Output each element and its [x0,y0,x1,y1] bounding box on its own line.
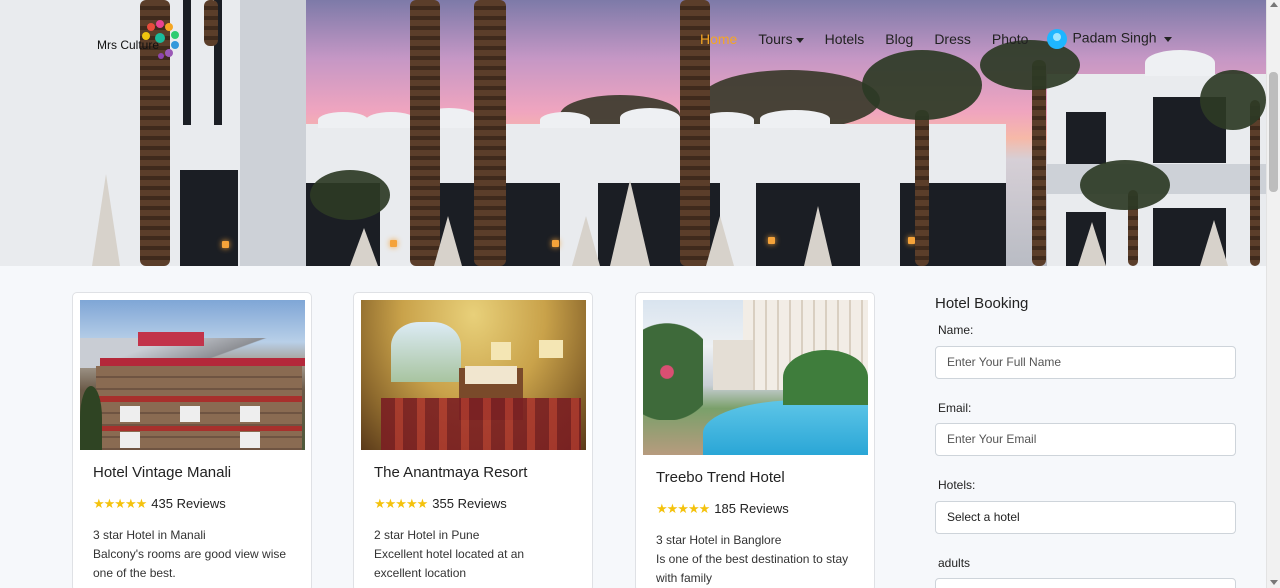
scroll-up-icon[interactable] [1270,2,1278,7]
hotel-description: Excellent hotel located at an excellent … [374,547,525,580]
review-count: 355 Reviews [432,496,507,511]
booking-form-title: Hotel Booking [935,295,1029,312]
hotel-select[interactable]: Select a hotel [935,501,1236,534]
user-name: Padam Singh [1072,29,1157,46]
hotel-card[interactable]: Hotel Vintage Manali ★★★★★ 435 Reviews 3 … [72,292,312,588]
review-count: 185 Reviews [714,501,789,516]
name-field[interactable]: Enter Your Full Name [935,346,1236,379]
scrollbar-thumb[interactable] [1269,72,1278,192]
user-menu[interactable]: Padam Singh [1047,29,1172,49]
hotel-rating: ★★★★★ 435 Reviews [93,496,226,512]
email-field[interactable]: Enter Your Email [935,423,1236,456]
adults-field[interactable] [935,578,1236,588]
star-rating-icon: ★★★★★ [656,501,710,516]
nav-home[interactable]: Home [700,31,737,47]
hotel-image [80,300,305,450]
nav-blog[interactable]: Blog [885,31,913,47]
hotel-description: Is one of the best destination to stay w… [656,552,849,585]
review-count: 435 Reviews [151,496,226,511]
page-scrollbar[interactable] [1266,0,1280,588]
hotel-category: 2 star Hotel in Pune [374,528,480,542]
email-label: Email: [938,401,972,415]
hotel-card[interactable]: The Anantmaya Resort ★★★★★ 355 Reviews 2 … [353,292,593,588]
adults-label: adults [938,556,971,570]
name-label: Name: [938,323,974,337]
flower-logo-icon [142,20,179,59]
star-rating-icon: ★★★★★ [374,496,428,511]
hotel-category: 3 star Hotel in Manali [93,528,206,542]
star-rating-icon: ★★★★★ [93,496,147,511]
scroll-down-icon[interactable] [1270,580,1278,585]
chevron-down-icon [795,37,804,43]
nav-tours[interactable]: Tours [758,31,804,47]
hotel-category: 3 star Hotel in Banglore [656,533,782,547]
hotels-label: Hotels: [938,478,976,492]
hotel-title[interactable]: Treebo Trend Hotel [656,469,785,486]
hotel-title[interactable]: The Anantmaya Resort [374,464,527,481]
hotel-title[interactable]: Hotel Vintage Manali [93,464,231,481]
nav-photo[interactable]: Photo [992,31,1029,47]
hotel-description: Balcony's rooms are good view wise one o… [93,547,287,580]
hotel-image [643,300,868,455]
nav-tours-label: Tours [758,31,793,47]
user-avatar-icon [1047,29,1068,49]
hotel-rating: ★★★★★ 185 Reviews [656,501,789,517]
nav-dress[interactable]: Dress [934,31,971,47]
main-nav: Home Tours Hotels Blog Dress Photo Padam… [700,28,1193,50]
chevron-down-icon [1163,36,1172,42]
hotel-rating: ★★★★★ 355 Reviews [374,496,507,512]
site-logo[interactable]: Mrs Culture [97,18,187,62]
hotel-image [361,300,586,450]
hotel-card[interactable]: Treebo Trend Hotel ★★★★★ 185 Reviews 3 st… [635,292,875,588]
nav-hotels[interactable]: Hotels [825,31,865,47]
